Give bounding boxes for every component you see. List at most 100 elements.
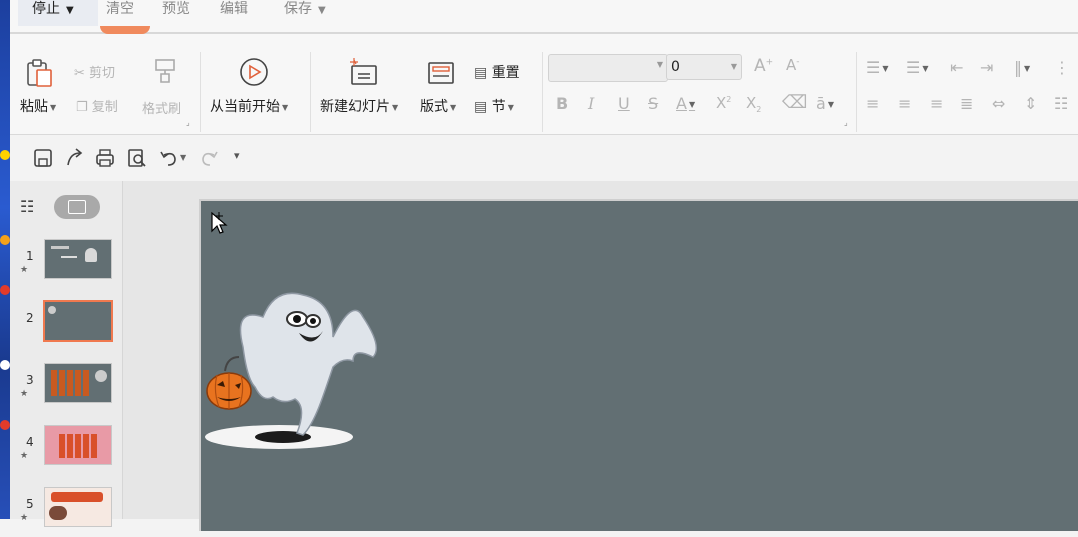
copy-label: 复制 (91, 100, 118, 115)
desktop-edge (0, 0, 10, 519)
preview-button[interactable]: 预览 (162, 0, 190, 26)
print-preview-icon[interactable] (126, 147, 148, 169)
ribbon: 粘贴 ▼ ✂ 剪切 ❐ 复制 格式刷 ⌟ 从当前开始 ▼ 新建幻灯片 ▼ 版式 ▼ ▤ … (10, 34, 1078, 135)
clipboard-group: 粘贴 ▼ ✂ 剪切 ❐ 复制 格式刷 ⌟ (10, 52, 201, 132)
clear-button[interactable]: 清空 (106, 0, 134, 26)
font-name-dropdown-icon[interactable]: ▼ (657, 60, 663, 69)
copy-button[interactable]: ❐ 复制 (76, 96, 118, 115)
clipboard-launcher-icon[interactable]: ⌟ (186, 118, 190, 127)
reset-button[interactable]: ▤ 重置 (474, 62, 520, 82)
play-icon[interactable] (238, 56, 270, 92)
clear-format-eraser-icon[interactable]: ⌫ (782, 92, 807, 113)
align-center-icon[interactable]: ≡ (898, 94, 911, 113)
section-dropdown-icon[interactable]: ▼ (508, 103, 514, 112)
slide-thumbnail-4[interactable]: 4 ★ (10, 425, 122, 475)
edit-button[interactable]: 编辑 (220, 0, 248, 26)
strikethrough-button[interactable]: S (648, 94, 658, 113)
layout-button[interactable]: 版式 ▼ (420, 96, 456, 116)
save-button[interactable]: 保存 ▼ (284, 0, 326, 26)
line-spacing-icon[interactable]: ‖ ▼ (1014, 58, 1030, 77)
paste-button[interactable]: 粘贴 ▼ (20, 96, 56, 116)
shrink-font-button[interactable]: A- (786, 56, 800, 74)
paste-dropdown-icon[interactable]: ▼ (50, 103, 56, 112)
decrease-indent-icon[interactable]: ⇤ (950, 58, 963, 77)
underline-button[interactable]: U (618, 94, 630, 113)
animation-star-icon: ★ (20, 451, 29, 461)
italic-button[interactable]: I (588, 94, 594, 113)
save-dropdown-icon[interactable]: ▼ (318, 5, 326, 16)
desktop-icon-3 (0, 285, 10, 295)
thumb-preview (44, 487, 112, 527)
save-icon[interactable] (32, 147, 54, 169)
print-icon[interactable] (94, 147, 116, 169)
numbered-list-icon[interactable]: ☰ ▼ (906, 58, 929, 77)
cut-button[interactable]: ✂ 剪切 (74, 62, 115, 81)
slide-thumbnail-1[interactable]: 1 ★ (10, 239, 122, 289)
vertical-align-icon[interactable]: ☷ (1054, 94, 1068, 113)
thumb-preview (44, 239, 112, 279)
section-label: 节 (491, 99, 506, 115)
section-button[interactable]: ▤ 节 ▼ (474, 96, 514, 116)
char-spacing-label: ā (816, 94, 826, 113)
subscript-button[interactable]: X2 (746, 94, 761, 114)
superscript-button[interactable]: X2 (716, 94, 731, 112)
font-color-button[interactable]: A ▼ (676, 94, 695, 113)
customize-qat-icon[interactable]: ▾ (234, 149, 240, 162)
font-size-dropdown-icon[interactable]: ▼ (731, 62, 737, 71)
align-left-icon[interactable]: ≡ (866, 94, 879, 113)
from-current-dropdown-icon[interactable]: ▼ (282, 103, 288, 112)
undo-icon[interactable] (158, 147, 180, 169)
align-right-icon[interactable]: ≡ (930, 94, 943, 113)
font-group: ▼ 0 ▼ A+ A- B I U S A ▼ X2 X2 ⌫ ā ▼ ⌟ (542, 52, 857, 132)
slides-group: 新建幻灯片 ▼ 版式 ▼ ▤ 重置 ▤ 节 ▼ (310, 52, 543, 132)
bold-button[interactable]: B (556, 94, 568, 113)
paste-icon[interactable] (24, 58, 54, 92)
editing-workspace (123, 181, 1078, 531)
text-direction-icon[interactable]: ⇕ (1024, 94, 1037, 113)
export-icon[interactable] (64, 147, 86, 169)
columns-icon[interactable]: ⋮ (1054, 58, 1070, 77)
panel-tabs: ☷ (10, 181, 122, 225)
paste-label: 粘贴 (20, 99, 48, 115)
char-spacing-dropdown-icon[interactable]: ▼ (828, 100, 834, 109)
new-slide-button[interactable]: 新建幻灯片 ▼ (320, 96, 398, 116)
char-spacing-button[interactable]: ā ▼ (816, 94, 834, 113)
stop-dropdown-icon[interactable]: ▼ (66, 5, 74, 16)
desktop-icon-2 (0, 235, 10, 245)
font-size-select[interactable]: 0 ▼ (666, 54, 742, 80)
quick-access-toolbar: ▼ ▾ (10, 135, 1078, 181)
ghost-image[interactable] (203, 287, 403, 457)
justify-icon[interactable]: ≣ (960, 94, 973, 113)
from-current-button[interactable]: 从当前开始 ▼ (210, 96, 288, 116)
new-slide-dropdown-icon[interactable]: ▼ (392, 103, 398, 112)
thumb-preview (44, 425, 112, 465)
font-color-dropdown-icon[interactable]: ▼ (689, 100, 695, 109)
slide-thumbnail-3[interactable]: 3 ★ (10, 363, 122, 413)
new-slide-icon[interactable] (348, 58, 380, 92)
outline-view-icon[interactable]: ☷ (20, 197, 34, 216)
format-painter-button[interactable]: 格式刷 (142, 98, 181, 117)
slide-thumbnail-2[interactable]: 2 (10, 300, 122, 351)
thumb-preview (44, 363, 112, 403)
increase-indent-icon[interactable]: ⇥ (980, 58, 993, 77)
layout-icon[interactable] (426, 58, 456, 92)
stop-button[interactable]: 停止 ▼ (18, 0, 98, 26)
layout-dropdown-icon[interactable]: ▼ (450, 103, 456, 112)
font-launcher-icon[interactable]: ⌟ (844, 118, 848, 127)
redo-icon[interactable] (198, 147, 220, 169)
thumb-number: 1 (26, 249, 34, 263)
format-painter-icon[interactable] (150, 56, 180, 90)
section-icon: ▤ (474, 99, 488, 115)
bullet-list-icon[interactable]: ☰ ▼ (866, 58, 889, 77)
slides-view-tab[interactable] (54, 195, 100, 219)
active-tab-indicator (100, 26, 150, 34)
font-name-select[interactable]: ▼ (548, 54, 668, 82)
undo-dropdown-icon[interactable]: ▼ (180, 153, 186, 162)
grow-font-label: A (754, 56, 766, 76)
grow-font-button[interactable]: A+ (754, 56, 773, 76)
desktop-icon-4 (0, 360, 10, 370)
slide-canvas[interactable] (199, 199, 1078, 531)
slide-thumbnail-5[interactable]: 5 ★ (10, 487, 122, 537)
distribute-icon[interactable]: ⇔ (992, 94, 1005, 113)
shrink-font-label: A (786, 56, 797, 74)
